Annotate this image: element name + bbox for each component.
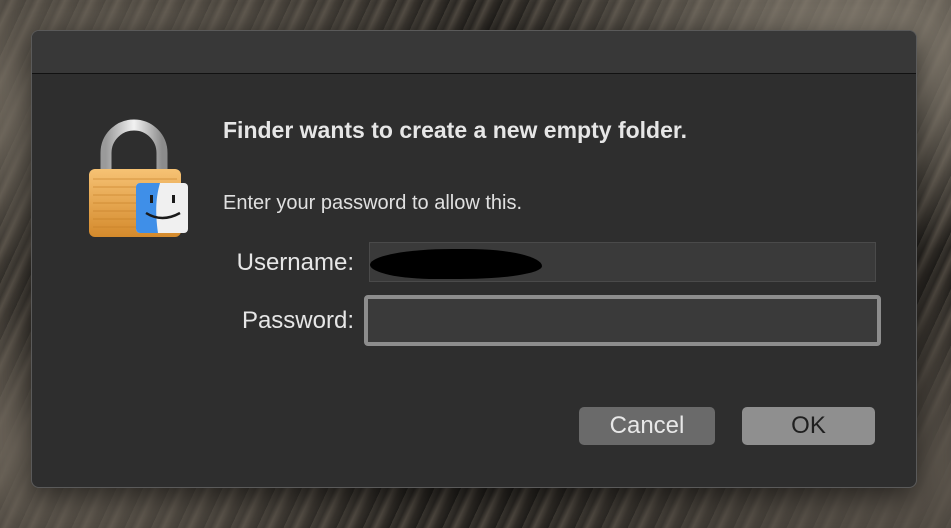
dialog-titlebar[interactable] xyxy=(32,31,916,74)
cancel-button[interactable]: Cancel xyxy=(579,407,715,445)
authentication-dialog: Finder wants to create a new empty folde… xyxy=(31,30,917,488)
dialog-subtitle: Enter your password to allow this. xyxy=(223,192,523,214)
lock-with-finder-icon xyxy=(89,119,188,237)
password-label: Password: xyxy=(241,307,354,334)
password-field[interactable] xyxy=(364,295,881,346)
username-label: Username: xyxy=(236,249,354,276)
username-redaction-mark xyxy=(370,249,542,279)
dialog-title: Finder wants to create a new empty folde… xyxy=(223,117,687,143)
finder-icon xyxy=(136,183,188,233)
ok-button[interactable]: OK xyxy=(742,407,875,445)
